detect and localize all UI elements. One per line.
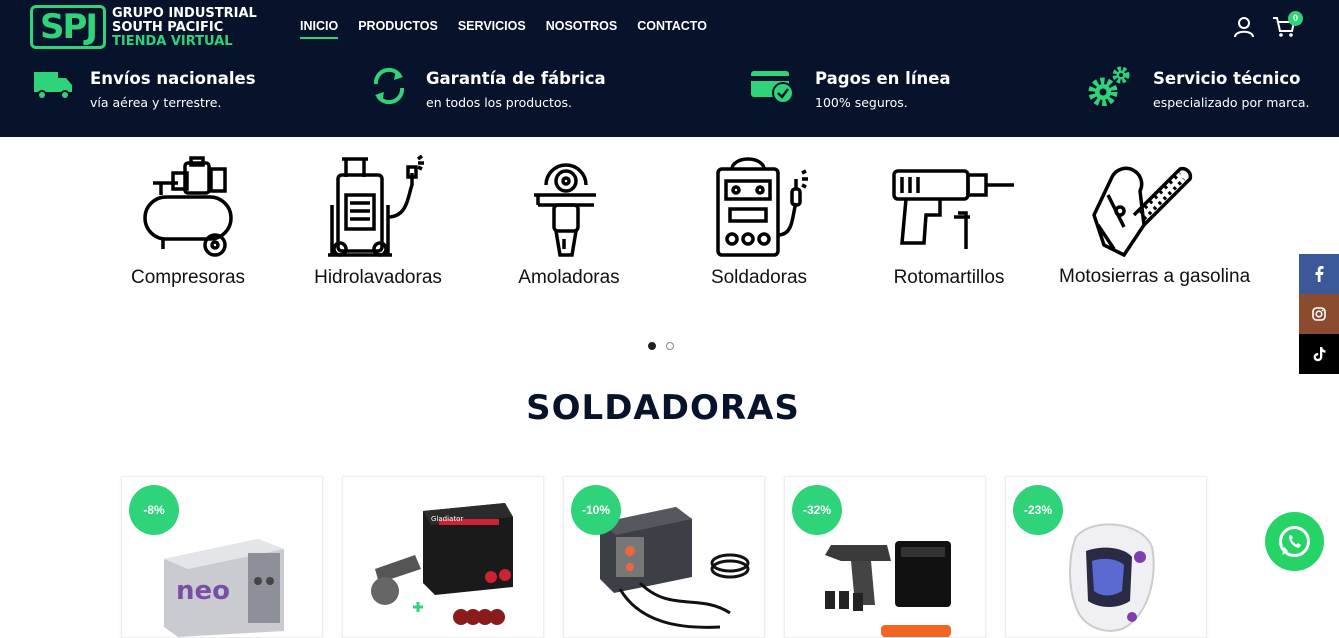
user-icon[interactable] (1233, 16, 1255, 38)
logo-line-3: TIENDA VIRTUAL (112, 34, 233, 49)
facebook-link[interactable] (1299, 254, 1339, 294)
category-rotomartillos[interactable]: Rotomartillos (869, 155, 1029, 305)
feature-title: Servicio técnico (1153, 69, 1301, 88)
product-image-brand: neo (176, 576, 230, 606)
feature-subtitle: vía aérea y terrestre. (90, 95, 222, 110)
welder-icon (716, 157, 808, 257)
feature-subtitle: en todos los productos. (426, 95, 573, 110)
category-label: Motosierras a gasolina (1059, 266, 1251, 287)
category-label: Hidrolavadoras (314, 267, 442, 288)
nav-inicio[interactable]: INICIO (300, 18, 339, 39)
logo-text: GRUPO INDUSTRIAL SOUTH PACIFIC TIENDA VI… (112, 7, 257, 49)
site-header: SPJ GRUPO INDUSTRIAL SOUTH PACIFIC TIEND… (0, 0, 1339, 137)
category-label: Rotomartillos (893, 267, 1005, 288)
discount-badge: -32% (792, 485, 842, 535)
category-label: Soldadoras (710, 267, 808, 288)
feature-title: Envíos nacionales (90, 69, 256, 88)
facebook-icon (1315, 266, 1324, 282)
category-hidrolavadoras[interactable]: Hidrolavadoras (298, 155, 458, 305)
instagram-icon (1312, 307, 1326, 321)
whatsapp-icon (1279, 526, 1310, 557)
refresh-icon (373, 67, 405, 105)
card-check-icon (751, 71, 794, 104)
welding-helmet-image (1069, 523, 1155, 632)
feature-title: Pagos en línea (815, 69, 951, 88)
instagram-link[interactable] (1299, 294, 1339, 334)
feature-subtitle: 100% seguros. (815, 95, 908, 110)
section-title: SOLDADORAS (526, 388, 800, 428)
nav-nosotros[interactable]: NOSOTROS (546, 18, 618, 39)
rotary-hammer-icon (892, 169, 1014, 249)
product-card[interactable]: Gladiator (342, 476, 544, 638)
category-soldadoras[interactable]: Soldadoras (679, 155, 839, 305)
category-amoladoras[interactable]: Amoladoras (489, 155, 649, 305)
feature-title: Garantía de fábrica (426, 69, 606, 88)
category-motosierras[interactable]: Motosierras a gasolina (1059, 155, 1251, 305)
main-nav: INICIO PRODUCTOS SERVICIOS NOSOTROS CONT… (300, 18, 707, 39)
truck-icon (34, 72, 72, 100)
nav-productos[interactable]: PRODUCTOS (358, 18, 438, 39)
compressor-icon (143, 156, 233, 257)
nav-servicios[interactable]: SERVICIOS (458, 18, 526, 39)
nav-contacto[interactable]: CONTACTO (637, 18, 707, 39)
carousel-dot-1[interactable] (648, 342, 656, 350)
logo-line-1: GRUPO INDUSTRIAL (112, 6, 257, 21)
category-label: Compresoras (130, 267, 246, 288)
carousel-dot-2[interactable] (666, 342, 674, 350)
discount-badge: -8% (129, 485, 179, 535)
logo-mark: SPJ (30, 5, 106, 49)
welder-machine-image: neo (164, 539, 284, 637)
category-compresoras[interactable]: Compresoras (108, 155, 268, 305)
chainsaw-icon (1092, 166, 1193, 258)
discount-badge: -23% (1013, 485, 1063, 535)
angle-grinder-icon (534, 163, 596, 257)
category-label: Amoladoras (518, 267, 620, 288)
feature-subtitle: especializado por marca. (1153, 95, 1310, 110)
product-image-brand: Gladiator (431, 515, 463, 523)
product-card[interactable]: neo -8% (121, 476, 323, 638)
carousel-pagination (648, 342, 674, 350)
product-card[interactable]: -10% (563, 476, 765, 638)
discount-badge: -10% (571, 485, 621, 535)
pressure-washer-icon (328, 155, 424, 257)
brand-logo[interactable]: SPJ GRUPO INDUSTRIAL SOUTH PACIFIC TIEND… (30, 5, 280, 51)
tiktok-link[interactable] (1299, 334, 1339, 374)
product-card[interactable]: -32% (784, 476, 986, 638)
tiktok-icon (1313, 347, 1326, 362)
logo-line-2: SOUTH PACIFIC (112, 20, 224, 35)
product-card[interactable]: -23% (1005, 476, 1207, 638)
cart-count-badge: 0 (1288, 11, 1303, 26)
welder-kit-image: Gladiator (371, 503, 513, 625)
whatsapp-button[interactable] (1265, 512, 1324, 571)
gears-icon (1088, 66, 1130, 106)
impact-wrench-image (825, 541, 951, 637)
